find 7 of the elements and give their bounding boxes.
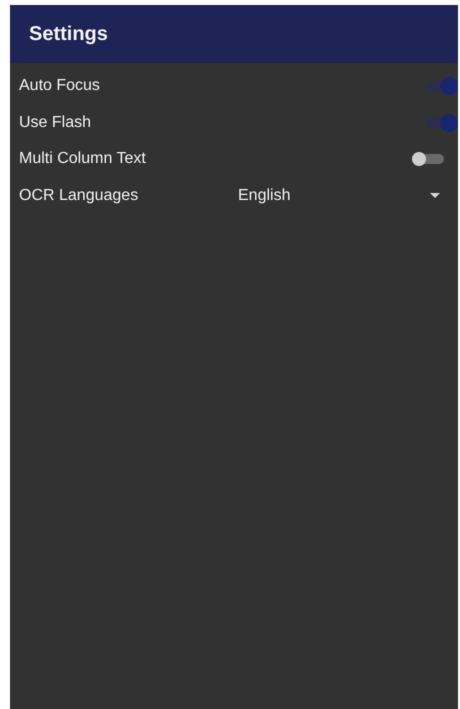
caret-icon — [430, 193, 440, 198]
setting-label: Auto Focus — [19, 77, 101, 96]
setting-label: OCR Languages — [19, 186, 140, 205]
language-dropdown[interactable]: English — [238, 186, 458, 205]
setting-label: Multi Column Text — [19, 150, 147, 168]
setting-label: Use Flash — [19, 114, 92, 132]
app-bar-title: Settings — [29, 22, 108, 46]
